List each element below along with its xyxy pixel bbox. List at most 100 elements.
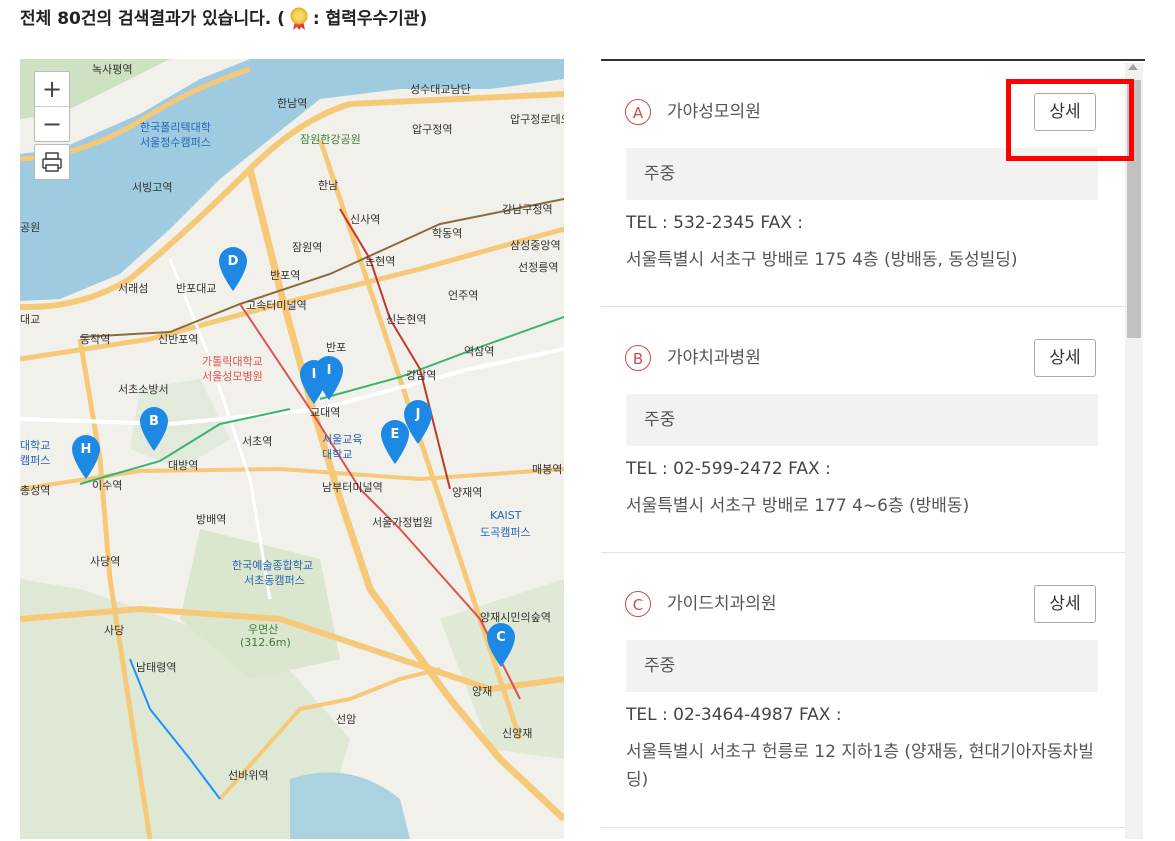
map-pin-icon [219, 247, 247, 291]
map-place-label: 선정릉역 [518, 261, 559, 274]
list-item: A 가야성모의원 상세 주중 TEL : 532-2345 FAX : 서울특별… [601, 61, 1125, 307]
map-place-label: 캠퍼스 [20, 454, 51, 467]
map-place-label: 대학교 [20, 439, 51, 452]
item-name[interactable]: 가이드치과의원 [667, 591, 776, 617]
map-marker-letter: C [496, 630, 506, 645]
map-place-label: 신반포역 [158, 333, 199, 346]
item-letter-badge: C [625, 591, 651, 617]
map-place-label: 방배역 [196, 513, 227, 526]
search-summary: 전체 80건의 검색결과가 있습니다. ( : 협력우수기관) [20, 6, 427, 32]
map-place-label: 서울교육 [322, 433, 363, 446]
map-marker[interactable]: B [139, 406, 169, 452]
map-marker-letter: I [326, 363, 332, 378]
detail-button[interactable]: 상세 [1034, 93, 1096, 131]
scroll-up-arrow-icon[interactable] [1128, 64, 1138, 70]
item-name[interactable]: 가야성모의원 [667, 99, 761, 125]
summary-prefix: 전체 80건의 검색결과가 있습니다. ( [20, 9, 285, 29]
map-marker[interactable]: D [218, 246, 248, 292]
zoom-control: + − [34, 71, 70, 142]
scrollbar-thumb[interactable] [1127, 80, 1141, 338]
map-place-label: 서울가정법원 [372, 516, 433, 529]
detail-button[interactable]: 상세 [1034, 339, 1096, 377]
map-place-label: 강남구청역 [502, 203, 553, 216]
item-name[interactable]: 가야치과병원 [667, 345, 761, 371]
map-marker[interactable]: C [486, 622, 516, 668]
map-marker-letter: B [149, 414, 159, 429]
map-place-label: 총성역 [20, 484, 51, 497]
map-place-label: 가톨릭대학교 [202, 355, 263, 368]
map-place-label: 서초역 [242, 435, 273, 448]
map-place-label: 잠원한강공원 [300, 133, 361, 146]
medal-icon [289, 7, 309, 31]
map-place-label: 한국폴리텍대학 [140, 121, 211, 134]
detail-button[interactable]: 상세 [1034, 585, 1096, 623]
item-category: 주중 [626, 148, 1098, 200]
map-place-label: 대교 [20, 313, 41, 326]
map-place-label: 선바위역 [228, 769, 269, 782]
item-letter-badge: B [625, 345, 651, 371]
item-address: 서울특별시 서초구 헌릉로 12 지하1층 (양재동, 현대기아자동차빌딩) [626, 742, 1094, 790]
map-place-label: 반포 [326, 341, 347, 354]
item-address: 서울특별시 서초구 방배로 175 4층 (방배동, 동성빌딩) [626, 250, 1018, 270]
zoom-out-button[interactable]: − [35, 107, 69, 141]
map-place-label: 사당역 [90, 555, 121, 568]
map-marker-letter: H [80, 442, 92, 457]
list-item: C 가이드치과의원 상세 주중 TEL : 02-3464-4987 FAX :… [601, 553, 1125, 828]
map-place-label: 공원 [20, 221, 41, 234]
item-address: 서울특별시 서초구 방배로 177 4~6층 (방배동) [626, 496, 970, 516]
map-place-label: 대학교 [322, 448, 353, 461]
zoom-in-button[interactable]: + [35, 72, 69, 107]
map-place-label: 압구정로데오 [510, 113, 564, 126]
map-place-label: 동작역 [80, 333, 111, 346]
map-place-label: KAIST [490, 509, 522, 522]
map-place-label: 대방역 [168, 459, 199, 472]
item-tel: TEL : 532-2345 FAX : [626, 213, 804, 233]
map-place-label: 강남역 [406, 369, 437, 382]
map-place-label: 양재역 [452, 486, 483, 499]
map-place-label: 서빙고역 [132, 181, 173, 194]
map-pin-icon [72, 435, 100, 479]
summary-suffix: : 협력우수기관) [312, 9, 428, 29]
result-list: A 가야성모의원 상세 주중 TEL : 532-2345 FAX : 서울특별… [601, 59, 1145, 841]
item-category: 주중 [626, 394, 1098, 446]
map-place-label: (312.6m) [240, 636, 291, 649]
map-place-label: 역삼역 [464, 345, 495, 358]
map-place-label: 서래섬 [118, 282, 149, 295]
map-place-label: 도곡캠퍼스 [480, 526, 531, 539]
map-place-label: 교대역 [310, 406, 341, 419]
list-item: B 가야치과병원 상세 주중 TEL : 02-599-2472 FAX : 서… [601, 307, 1125, 553]
map-marker[interactable]: E [380, 419, 410, 465]
map-place-label: 반포역 [270, 269, 301, 282]
map-place-label: 논현역 [365, 255, 396, 268]
item-tel: TEL : 02-3464-4987 FAX : [626, 705, 842, 725]
map-place-label: 언주역 [448, 289, 479, 302]
map-place-label: 성수대교남단 [410, 83, 471, 96]
map-place-label: 녹사평역 [92, 63, 133, 76]
map-place-label: 잠원역 [292, 241, 323, 254]
map-pin-icon [140, 407, 168, 451]
map-place-label: 매봉역 [532, 463, 563, 476]
map-place-label: 사당 [104, 624, 125, 637]
item-letter-badge: A [625, 99, 651, 125]
map-place-label: 서울성모병원 [202, 370, 263, 383]
map-place-label: 양재 [472, 685, 493, 698]
map-background [20, 59, 564, 839]
item-tel: TEL : 02-599-2472 FAX : [626, 459, 831, 479]
map-place-label: 신양재 [502, 727, 533, 740]
map-place-label: 삼성중앙역 [510, 239, 561, 252]
map-view[interactable]: 녹사평역한남역 성수대교남단압구정로데오압구정역 한국폴리텍대학서울정수캠퍼스 잠원한… [20, 59, 564, 839]
map-place-label: 서초동캠퍼스 [244, 574, 305, 587]
map-place-label: 한남역 [277, 97, 308, 110]
printer-icon [42, 152, 62, 172]
map-place-label: 신논현역 [386, 313, 427, 326]
map-place-label: 압구정역 [412, 123, 453, 136]
print-button[interactable] [34, 144, 70, 180]
map-place-label: 고속터미널역 [246, 299, 307, 312]
map-place-label: 한남 [318, 179, 339, 192]
map-place-label: 서울정수캠퍼스 [140, 136, 211, 149]
item-category: 주중 [626, 640, 1098, 692]
map-place-label: 선암 [336, 713, 357, 726]
map-marker[interactable]: H [71, 434, 101, 480]
map-marker[interactable]: I [314, 355, 344, 401]
map-place-label: 서초소방서 [118, 383, 169, 396]
